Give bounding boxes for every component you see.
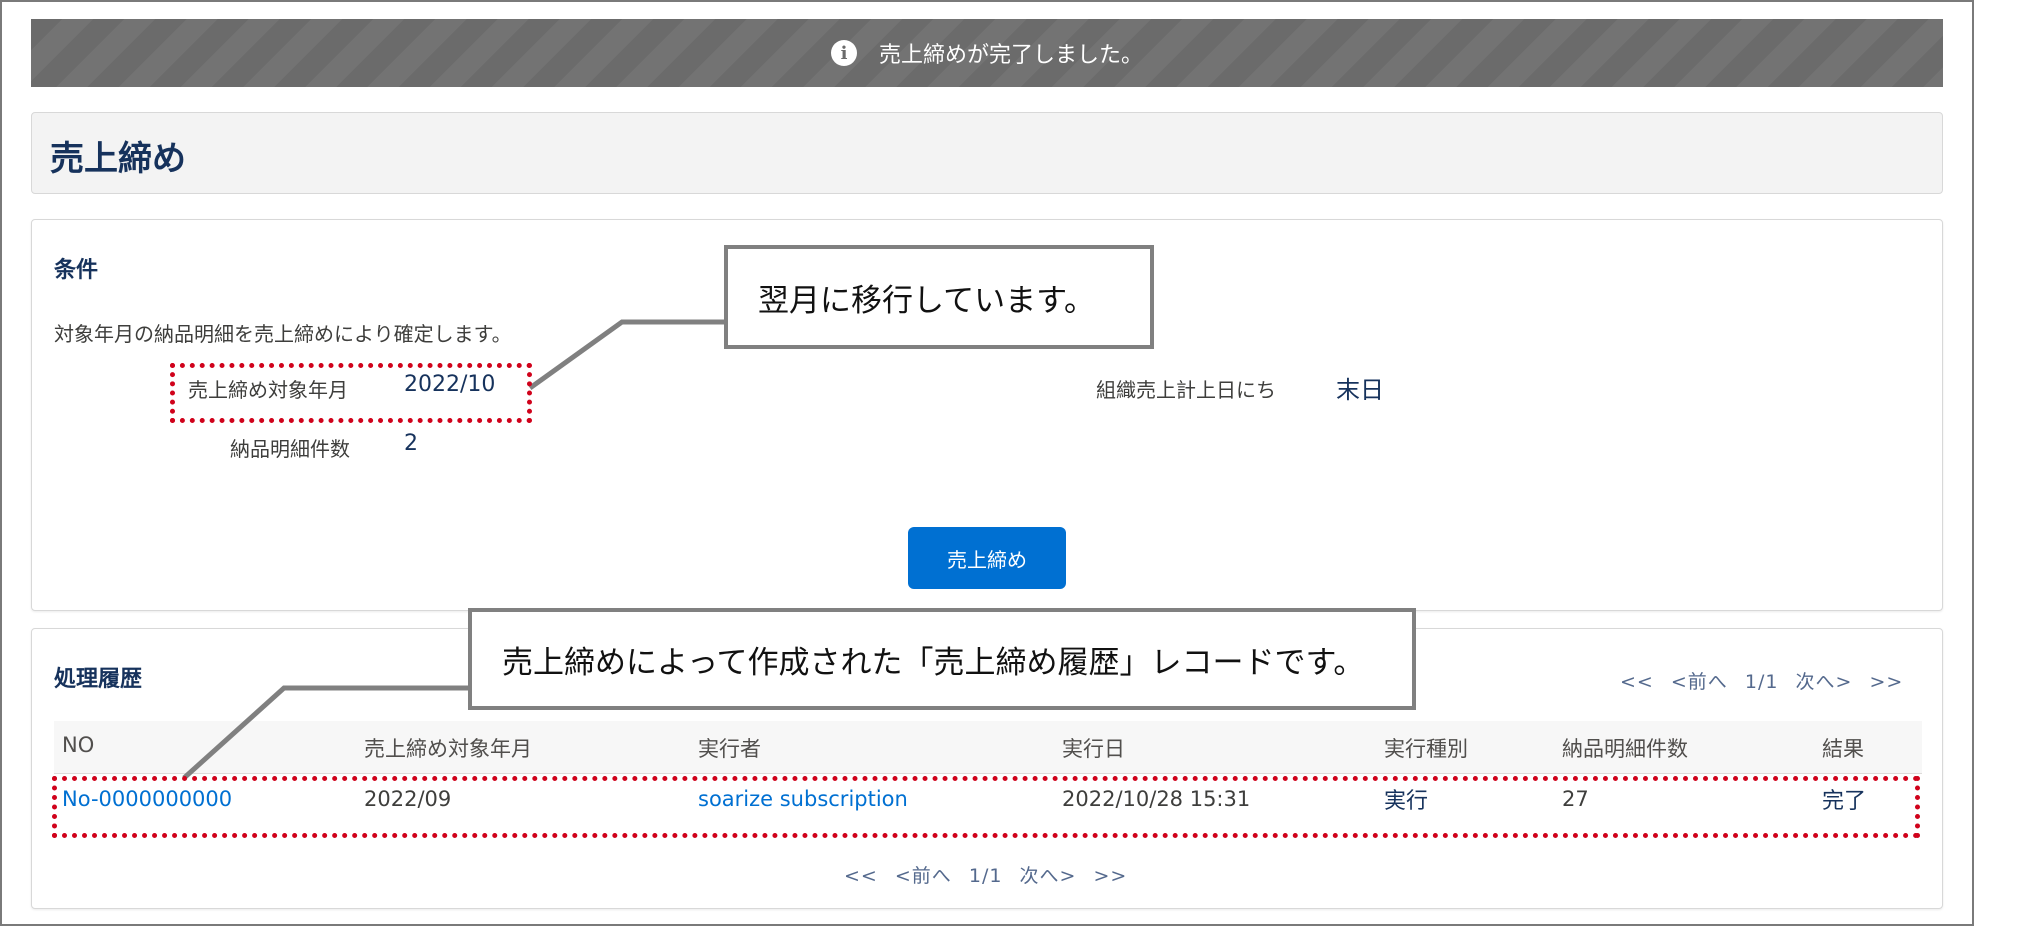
callout-history-record: 売上締めによって作成された「売上締め履歴」レコードです。 [468, 608, 1416, 710]
target-month-highlight [170, 363, 532, 423]
callout-1-connector [528, 319, 728, 391]
callout-next-month: 翌月に移行しています。 [724, 245, 1154, 349]
callout-2-connector [182, 685, 470, 780]
history-row-highlight [52, 776, 1920, 838]
